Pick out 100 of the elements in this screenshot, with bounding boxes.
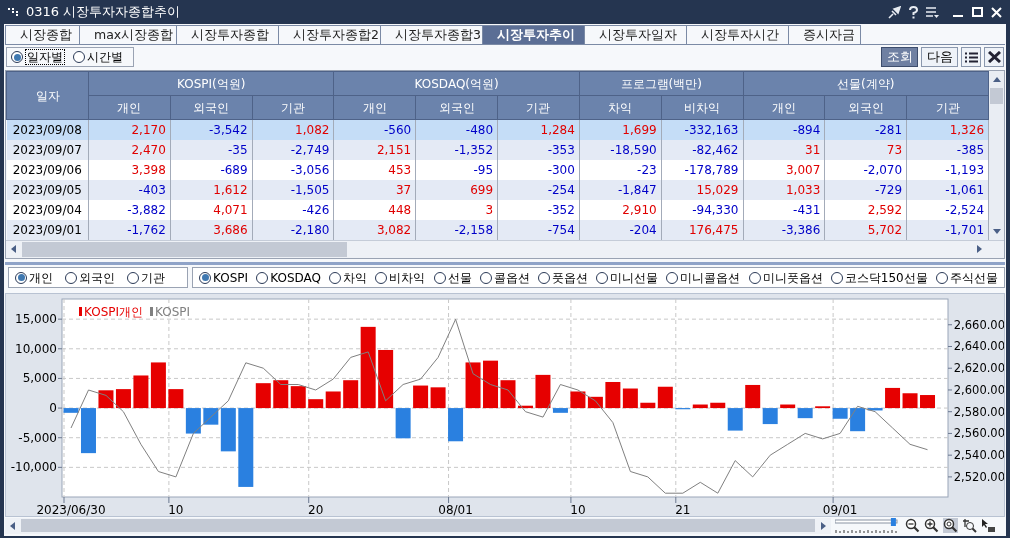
table-cell: -2,749 <box>252 139 334 160</box>
tab[interactable]: 증시자금 <box>788 25 861 44</box>
radio-option[interactable]: 풋옵션 <box>538 270 589 285</box>
table-row[interactable]: 2023/09/01 -1,762 3,686 -2,180 3,082 -2,158 -754 -204 176,475 -3,386 5,702 -1,701 <box>6 219 989 240</box>
table-cell: 15,029 <box>661 179 743 200</box>
radio-option[interactable]: 개인 <box>15 270 53 285</box>
table-cell: 2023/09/06 <box>6 159 89 180</box>
table-cell: -729 <box>824 179 907 200</box>
table-row[interactable]: 2023/09/08 2,170 -3,542 1,082 -560 -480 1,284 1,699 -332,163 -894 -281 1,326 <box>6 119 989 140</box>
zoom-reset-icon[interactable] <box>943 518 958 533</box>
tab[interactable]: 시장투자종합3 <box>380 25 482 44</box>
radio-option[interactable]: 차익 <box>329 270 368 285</box>
help-icon[interactable] <box>909 5 918 19</box>
scroll-left-icon[interactable] <box>8 520 18 531</box>
radio-option[interactable]: 코스닥150선물 <box>830 270 928 285</box>
axis-label: -5,000 <box>18 430 57 445</box>
column-group-header: KOSDAQ(억원) <box>333 71 580 96</box>
vertical-scrollbar[interactable] <box>989 71 1004 240</box>
table-cell: -178,789 <box>661 159 743 180</box>
scroll-up-icon[interactable] <box>991 75 1002 85</box>
bar <box>273 379 289 408</box>
table-cell: 73 <box>824 139 907 160</box>
zoom-in-icon[interactable] <box>924 518 939 533</box>
pointer-icon[interactable] <box>981 518 996 533</box>
table-cell: -332,163 <box>661 119 743 140</box>
radio-option[interactable]: 기관 <box>127 270 165 285</box>
table-cell: -2,070 <box>824 159 907 180</box>
radio-option[interactable]: 비차익 <box>375 270 426 285</box>
tab[interactable]: 시장투자추이 <box>482 25 584 44</box>
table-cell: 2023/09/01 <box>6 219 89 240</box>
radio-option[interactable]: 선물 <box>433 270 472 285</box>
scrollbar-thumb[interactable] <box>990 88 1003 104</box>
radio-option[interactable]: 미니풋옵션 <box>748 270 823 285</box>
scroll-right-icon[interactable] <box>974 244 984 254</box>
tab[interactable]: 시장투자종합 <box>176 25 278 44</box>
tab[interactable]: 시장종합 <box>5 25 79 44</box>
axis-label: 2,560.00 <box>953 425 1004 440</box>
axis-label: 2,520.00 <box>953 469 1004 484</box>
scrollbar-thumb[interactable] <box>22 241 347 257</box>
table-cell: 453 <box>333 159 416 180</box>
legend-label: KOSPI개인 <box>84 304 144 319</box>
zoom-slider[interactable] <box>835 517 901 534</box>
table-cell: 5,702 <box>824 219 907 240</box>
zoom-out-icon[interactable] <box>905 518 920 533</box>
toolbar-button[interactable]: 다음 <box>921 47 958 67</box>
table-cell: -3,882 <box>88 199 171 220</box>
list-button[interactable] <box>961 47 981 67</box>
axis-label: 2,600.00 <box>953 382 1004 397</box>
table-cell: -894 <box>743 119 825 140</box>
table-row[interactable]: 2023/09/05 -403 1,612 -1,505 37 699 -254 -1,847 15,029 1,033 -729 -1,061 <box>6 179 989 200</box>
table-cell: 2023/09/05 <box>6 179 89 200</box>
horizontal-scrollbar[interactable] <box>5 517 831 534</box>
pin-icon[interactable] <box>888 5 901 19</box>
table-row[interactable]: 2023/09/06 3,398 -689 -3,056 453 -95 -300 -23 -178,789 3,007 -2,070 -1,193 <box>6 159 989 180</box>
table-cell: -352 <box>497 199 580 220</box>
scroll-right-icon[interactable] <box>818 520 828 531</box>
axis-label: 10 <box>570 502 586 516</box>
axis-label: 2,580.00 <box>953 404 1004 419</box>
table-cell: -35 <box>170 139 253 160</box>
tab[interactable]: 시장투자종합2 <box>278 25 380 44</box>
table-cell: -480 <box>415 119 498 140</box>
tab[interactable]: 시장투자일자 <box>584 25 686 44</box>
toolbar-button[interactable]: 조회 <box>881 47 918 67</box>
bar <box>63 407 79 413</box>
radio-option[interactable]: KOSDAQ <box>256 270 321 285</box>
menu-icon[interactable] <box>926 6 939 18</box>
table-cell: -2,180 <box>252 219 334 240</box>
table-cell: 448 <box>333 199 416 220</box>
axis-label: 2,660.00 <box>953 317 1004 332</box>
table-cell: 37 <box>333 179 416 200</box>
table-cell: -2,158 <box>415 219 498 240</box>
axis-label: 2,640.00 <box>953 339 1004 353</box>
radio-option[interactable]: 외국인 <box>65 270 115 285</box>
scroll-left-icon[interactable] <box>9 244 19 254</box>
table-cell: -1,505 <box>252 179 334 200</box>
table-cell: -3,056 <box>252 159 334 180</box>
table-cell: -1,701 <box>906 219 989 240</box>
radio-option[interactable]: 미니콜옵션 <box>666 270 741 285</box>
radio-option[interactable]: 미니선물 <box>596 270 659 285</box>
tab[interactable]: max시장종합 <box>79 25 176 44</box>
axis-label: -10,000 <box>10 459 57 474</box>
table-cell: -560 <box>333 119 416 140</box>
radio-option[interactable]: 시간별 <box>73 50 123 64</box>
close-icon[interactable] <box>991 6 1002 18</box>
export-button[interactable] <box>984 47 1004 67</box>
maximize-icon[interactable] <box>972 6 983 18</box>
radio-option[interactable]: 주식선물 <box>935 270 998 285</box>
axis-label: 2023/06/30 <box>36 502 106 516</box>
bar <box>518 405 533 408</box>
table-row[interactable]: 2023/09/04 -3,882 4,071 -426 448 3 -352 2,910 -94,330 -431 2,592 -2,524 <box>6 199 989 220</box>
table-row[interactable]: 2023/09/07 2,470 -35 -2,749 2,151 -1,352 -353 -18,590 -82,462 31 73 -385 <box>6 139 989 160</box>
table-cell: -23 <box>579 159 662 180</box>
scrollbar-thumb[interactable] <box>21 519 815 532</box>
table-cell: 1,033 <box>743 179 825 200</box>
zoom-area-icon[interactable] <box>962 518 977 533</box>
bar <box>605 381 621 408</box>
radio-option[interactable]: 콜옵션 <box>479 270 530 285</box>
tab[interactable]: 시장투자시간 <box>686 25 788 44</box>
radio-option[interactable]: KOSPI <box>199 270 249 285</box>
table-cell: -1,762 <box>88 219 171 240</box>
